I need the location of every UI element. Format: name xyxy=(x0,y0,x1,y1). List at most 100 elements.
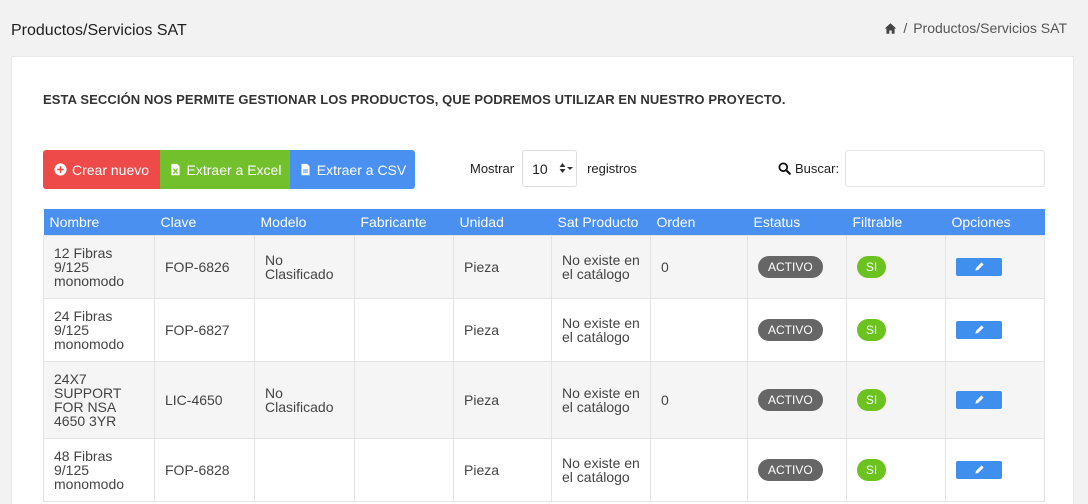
edit-button[interactable] xyxy=(956,460,1002,479)
cell-sat-producto: No existe en el catálogo xyxy=(551,297,651,362)
cell-modelo xyxy=(254,297,355,362)
filtrable-badge[interactable]: SI xyxy=(857,318,886,341)
page-length-control: Mostrar 10 registros xyxy=(470,150,637,187)
plus-circle-icon xyxy=(54,163,67,176)
page-title: Productos/Servicios SAT xyxy=(11,22,187,39)
cell-nombre: 12 Fibras 9/125 monomodo xyxy=(43,234,155,299)
cell-nombre: 24X7 SUPPORT FOR NSA 4650 3YR xyxy=(43,360,155,439)
cell-clave: FOP-6826 xyxy=(154,234,255,299)
create-new-label: Crear nuevo xyxy=(71,161,150,178)
table-row: 12 Fibras 9/125 monomodo FOP-6826 No Cla… xyxy=(43,234,1045,299)
filtrable-badge[interactable]: SI xyxy=(857,458,886,481)
cell-sat-producto: No existe en el catálogo xyxy=(551,437,651,502)
cell-estatus: ACTIVO xyxy=(747,360,847,439)
edit-button[interactable] xyxy=(956,320,1002,339)
select-arrows-icon xyxy=(559,162,574,174)
search-label: Buscar: xyxy=(795,161,840,176)
pencil-icon xyxy=(974,395,984,404)
cell-unidad: Pieza xyxy=(453,297,552,362)
breadcrumb: / Productos/Servicios SAT xyxy=(884,20,1067,36)
cell-unidad: Pieza xyxy=(453,360,552,439)
status-badge[interactable]: ACTIVO xyxy=(758,255,823,278)
column-header-opciones: Opciones xyxy=(945,209,1045,235)
export-excel-button[interactable]: Extraer a Excel xyxy=(160,150,290,189)
section-description: ESTA SECCIÓN NOS PERMITE GESTIONAR LOS P… xyxy=(43,92,786,107)
pencil-icon xyxy=(974,465,984,474)
table-row: 24 Fibras 9/125 monomodo FOP-6827 Pieza … xyxy=(43,297,1045,362)
cell-orden xyxy=(650,297,748,362)
length-prefix: Mostrar xyxy=(470,161,515,176)
page-header: Productos/Servicios SAT / Productos/Serv… xyxy=(0,0,1088,56)
length-suffix: registros xyxy=(587,161,637,176)
column-header-estatus[interactable]: Estatus xyxy=(747,209,847,235)
cell-estatus: ACTIVO xyxy=(747,297,847,362)
cell-filtrable: SI xyxy=(846,297,946,362)
pencil-icon xyxy=(974,262,984,271)
breadcrumb-separator: / xyxy=(903,20,908,36)
cell-estatus: ACTIVO xyxy=(747,437,847,502)
cell-fabricante xyxy=(354,234,454,299)
cell-sat-producto: No existe en el catálogo xyxy=(551,234,651,299)
cell-filtrable: SI xyxy=(846,360,946,439)
create-new-button[interactable]: Crear nuevo xyxy=(43,150,160,189)
table-header-row: Nombre Clave Modelo Fabricante Unidad Sa… xyxy=(43,209,1045,235)
cell-clave: LIC-4650 xyxy=(154,360,255,439)
table-row: 48 Fibras 9/125 monomodo FOP-6828 Pieza … xyxy=(43,437,1045,502)
cell-opciones xyxy=(945,437,1045,502)
column-header-nombre[interactable]: Nombre xyxy=(43,209,155,235)
cell-filtrable: SI xyxy=(846,437,946,502)
filtrable-badge[interactable]: SI xyxy=(857,388,886,411)
cell-orden: 0 xyxy=(650,234,748,299)
cell-filtrable: SI xyxy=(846,234,946,299)
products-table: Nombre Clave Modelo Fabricante Unidad Sa… xyxy=(43,209,1045,502)
cell-fabricante xyxy=(354,437,454,502)
cell-opciones xyxy=(945,360,1045,439)
cell-modelo xyxy=(254,437,355,502)
cell-clave: FOP-6828 xyxy=(154,437,255,502)
search-control: Buscar: xyxy=(778,150,1046,187)
cell-unidad: Pieza xyxy=(453,437,552,502)
cell-opciones xyxy=(945,297,1045,362)
cell-fabricante xyxy=(354,360,454,439)
cell-nombre: 48 Fibras 9/125 monomodo xyxy=(43,437,155,502)
export-excel-label: Extraer a Excel xyxy=(186,161,282,178)
pencil-icon xyxy=(974,325,984,334)
search-input[interactable] xyxy=(845,150,1046,187)
content-card: ESTA SECCIÓN NOS PERMITE GESTIONAR LOS P… xyxy=(11,56,1074,504)
status-badge[interactable]: ACTIVO xyxy=(758,458,823,481)
export-csv-label: Extraer a CSV xyxy=(316,161,407,178)
column-header-unidad[interactable]: Unidad xyxy=(453,209,552,235)
cell-modelo: No Clasificado xyxy=(254,360,355,439)
column-header-filtrable[interactable]: Filtrable xyxy=(846,209,946,235)
excel-file-icon xyxy=(170,163,180,176)
status-badge[interactable]: ACTIVO xyxy=(758,318,823,341)
column-header-modelo[interactable]: Modelo xyxy=(254,209,355,235)
cell-orden: 0 xyxy=(650,360,748,439)
export-csv-button[interactable]: Extraer a CSV xyxy=(290,150,415,189)
edit-button[interactable] xyxy=(956,257,1002,276)
breadcrumb-current: Productos/Servicios SAT xyxy=(913,20,1067,36)
cell-orden xyxy=(650,437,748,502)
cell-sat-producto: No existe en el catálogo xyxy=(551,360,651,439)
status-badge[interactable]: ACTIVO xyxy=(758,388,823,411)
cell-clave: FOP-6827 xyxy=(154,297,255,362)
cell-unidad: Pieza xyxy=(453,234,552,299)
cell-fabricante xyxy=(354,297,454,362)
cell-modelo: No Clasificado xyxy=(254,234,355,299)
filtrable-badge[interactable]: SI xyxy=(857,255,886,278)
home-icon[interactable] xyxy=(884,22,897,35)
search-icon xyxy=(778,162,791,175)
column-header-sat-producto[interactable]: Sat Producto xyxy=(551,209,651,235)
page-length-value: 10 xyxy=(532,160,548,177)
table-row: 24X7 SUPPORT FOR NSA 4650 3YR LIC-4650 N… xyxy=(43,360,1045,439)
column-header-clave[interactable]: Clave xyxy=(154,209,255,235)
cell-estatus: ACTIVO xyxy=(747,234,847,299)
cell-nombre: 24 Fibras 9/125 monomodo xyxy=(43,297,155,362)
export-button-group: Crear nuevo Extraer a Excel Extraer a CS… xyxy=(43,150,415,189)
column-header-fabricante[interactable]: Fabricante xyxy=(354,209,454,235)
column-header-orden[interactable]: Orden xyxy=(650,209,748,235)
csv-file-icon xyxy=(301,163,310,176)
page-length-select[interactable]: 10 xyxy=(522,150,578,187)
edit-button[interactable] xyxy=(956,390,1002,409)
cell-opciones xyxy=(945,234,1045,299)
